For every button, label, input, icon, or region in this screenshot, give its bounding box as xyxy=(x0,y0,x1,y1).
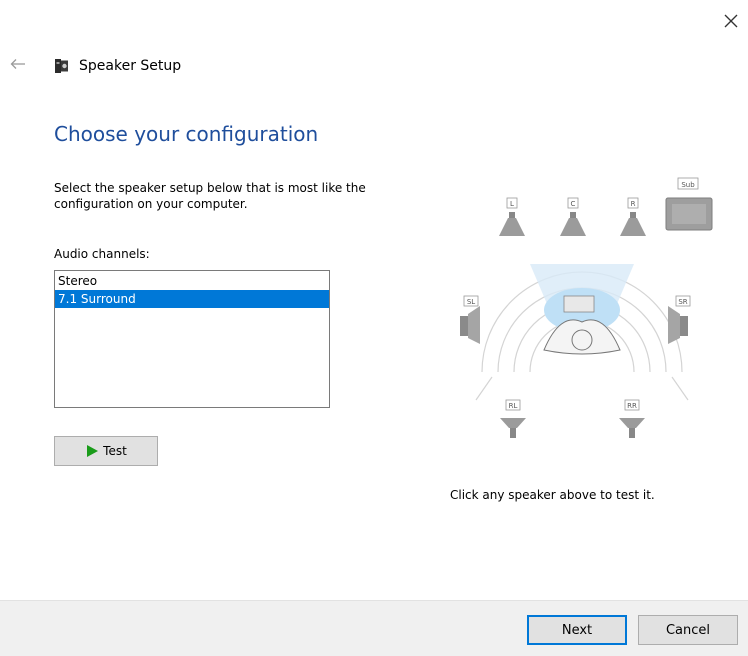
test-speaker-hint: Click any speaker above to test it. xyxy=(450,488,655,502)
speaker-label-rl: RL xyxy=(509,402,518,410)
close-button[interactable] xyxy=(718,8,744,34)
speaker-center[interactable]: C xyxy=(560,197,586,236)
speaker-label-sl: SL xyxy=(467,298,475,306)
test-button-label: Test xyxy=(103,444,127,458)
list-item-7-1-surround[interactable]: 7.1 Surround xyxy=(55,290,329,308)
speaker-label-rr: RR xyxy=(627,402,637,410)
list-item-stereo[interactable]: Stereo xyxy=(55,272,329,290)
speaker-side-left[interactable]: SL xyxy=(460,295,480,344)
speaker-front-left[interactable]: L xyxy=(499,197,525,236)
speaker-rear-left[interactable]: RL xyxy=(500,399,526,438)
audio-channels-listbox[interactable]: Stereo 7.1 Surround xyxy=(54,270,330,408)
window-title: Speaker Setup xyxy=(79,58,182,74)
sound-field-lines xyxy=(475,376,689,401)
next-button[interactable]: Next xyxy=(527,615,627,645)
page-title: Choose your configuration xyxy=(54,122,319,146)
speaker-label-sub: Sub xyxy=(681,181,695,189)
test-button[interactable]: Test xyxy=(54,436,158,466)
play-icon xyxy=(87,445,99,457)
speaker-front-right[interactable]: R xyxy=(620,197,646,236)
close-icon xyxy=(724,14,738,28)
speaker-app-icon xyxy=(55,59,68,73)
speaker-subwoofer[interactable]: Sub xyxy=(665,177,713,231)
speaker-rear-right[interactable]: RR xyxy=(619,399,645,438)
speaker-label-l: L xyxy=(510,200,514,208)
speaker-layout-diagram: L C R Sub SL SR RL RR xyxy=(460,177,713,438)
speaker-label-r: R xyxy=(631,200,636,208)
dialog-footer: Next Cancel xyxy=(0,600,748,656)
speaker-label-sr: SR xyxy=(678,298,687,306)
instructions-text: Select the speaker setup below that is m… xyxy=(54,181,366,211)
monitor-icon xyxy=(563,295,595,313)
back-arrow-icon xyxy=(10,59,25,69)
cancel-button[interactable]: Cancel xyxy=(638,615,738,645)
audio-channels-label: Audio channels: xyxy=(54,247,150,261)
back-button[interactable] xyxy=(8,54,28,74)
speaker-side-right[interactable]: SR xyxy=(668,295,691,344)
speaker-label-c: C xyxy=(571,200,576,208)
window-header: Speaker Setup xyxy=(54,56,181,76)
